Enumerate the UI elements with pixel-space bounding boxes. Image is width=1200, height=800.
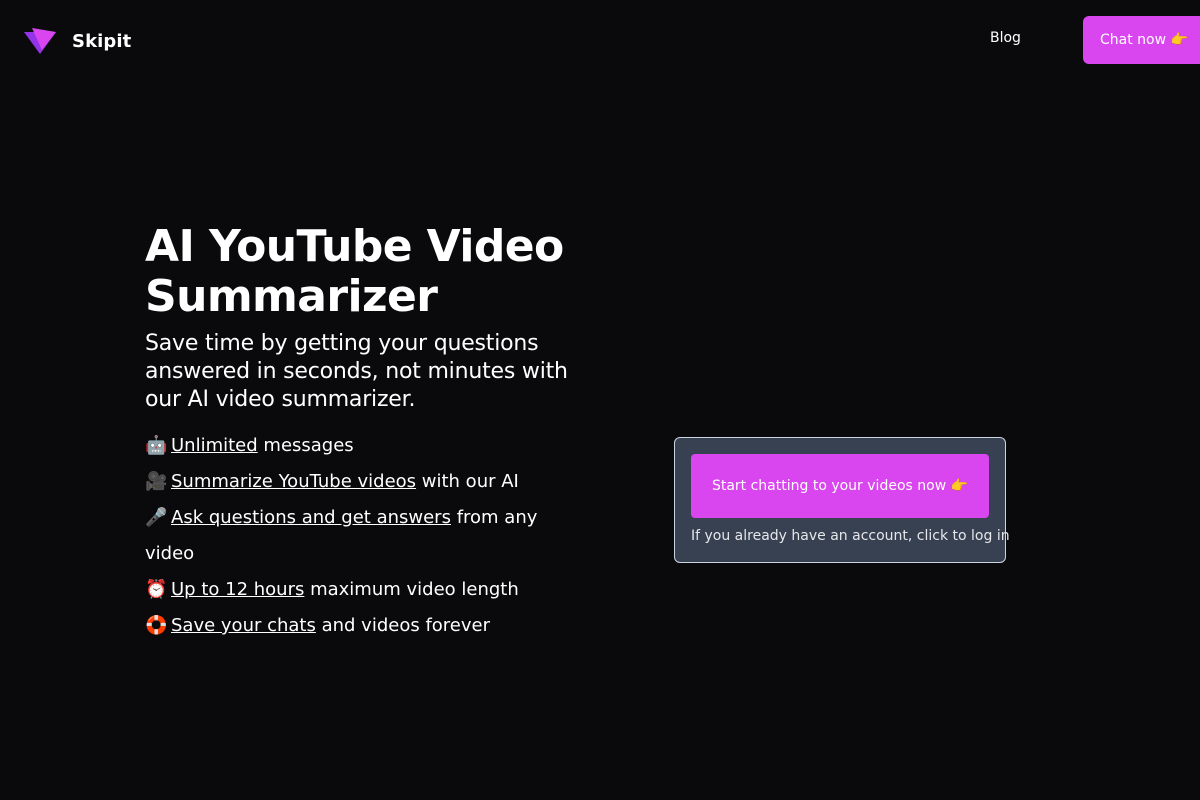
page-title: AI YouTube Video Summarizer [145, 221, 564, 322]
hero-subtitle: Save time by getting your questions answ… [145, 331, 568, 412]
feature-text: messages [257, 435, 354, 456]
feature-link-video-length[interactable]: Up to 12 hours [171, 579, 304, 600]
feature-text: maximum video length [304, 579, 519, 600]
brand-link[interactable]: Skipit [24, 26, 131, 56]
robot-icon: 🤖 [145, 435, 168, 456]
feature-text: with our AI [416, 471, 519, 492]
nav-blog-link[interactable]: Blog [990, 30, 1021, 46]
feature-link-unlimited[interactable]: Unlimited [171, 435, 258, 456]
login-link[interactable]: If you already have an account, click to… [691, 528, 1010, 544]
feature-item: 🤖 Unlimited messages [145, 428, 575, 464]
feature-link-summarize[interactable]: Summarize YouTube videos [171, 471, 416, 492]
feature-list: 🤖 Unlimited messages 🎥 Summarize YouTube v… [145, 428, 575, 644]
brand-name: Skipit [72, 30, 132, 52]
life-ring-icon: 🛟 [145, 615, 168, 636]
start-chatting-button[interactable]: Start chatting to your videos now 👉 [691, 454, 989, 518]
chat-now-button[interactable]: Chat now 👉 [1083, 16, 1200, 64]
video-camera-icon: 🎥 [145, 471, 168, 492]
feature-item: 🛟 Save your chats and videos forever [145, 608, 575, 644]
feature-link-ask-questions[interactable]: Ask questions and get answers [171, 507, 451, 528]
skipit-logo-icon [24, 28, 56, 54]
alarm-clock-icon: ⏰ [145, 579, 168, 600]
feature-item: ⏰ Up to 12 hours maximum video length [145, 572, 575, 608]
cta-card: Start chatting to your videos now 👉 If y… [674, 437, 1010, 563]
feature-text: and videos forever [315, 615, 491, 636]
feature-item: 🎤 Ask questions and get answers from any … [145, 500, 575, 572]
page: Skipit Blog Chat now 👉 AI YouTube Video … [0, 0, 1200, 800]
hero-section: AI YouTube Video Summarizer Save time by… [145, 222, 605, 644]
feature-item: 🎥 Summarize YouTube videos with our AI [145, 464, 575, 500]
feature-link-save-chats[interactable]: Save your chats [171, 615, 316, 636]
microphone-icon: 🎤 [145, 507, 168, 528]
